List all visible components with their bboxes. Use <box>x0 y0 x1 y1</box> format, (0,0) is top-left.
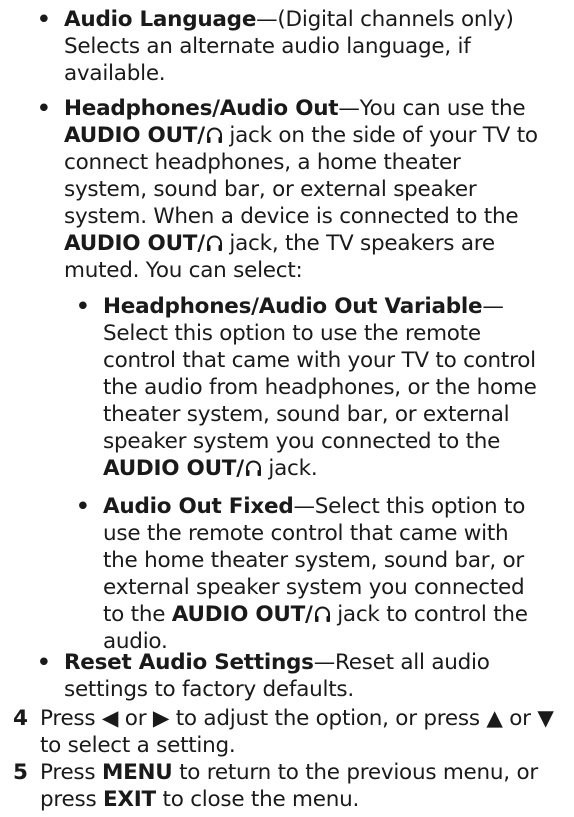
bullet-reset-audio: Reset Audio Settings—Reset all audio set… <box>64 649 524 703</box>
step-number: 4 <box>13 706 28 731</box>
step-text: Press <box>40 760 96 785</box>
headphones-icon <box>314 605 331 623</box>
bullet-headphones-audio-out: Headphones/Audio Out—You can use the AUD… <box>64 95 548 284</box>
step-4: Press ◀ or ▶ to adjust the option, or pr… <box>40 705 560 759</box>
exit-key: EXIT <box>103 787 156 812</box>
sub-bullet-marker: • <box>76 294 90 319</box>
jack-label: AUDIO OUT/ <box>103 456 244 481</box>
bullet-marker: • <box>37 650 51 675</box>
step-text: Press ◀ or ▶ to adjust the option, or pr… <box>40 706 554 758</box>
menu-key: MENU <box>101 760 173 785</box>
bullet-title: Audio Language <box>64 7 257 32</box>
sub-bullet-marker: • <box>76 494 90 519</box>
sub-bullet-title: Audio Out Fixed <box>103 494 294 519</box>
bullet-audio-language: Audio Language—(Digital channels only) S… <box>64 6 544 87</box>
step-text: to close the menu. <box>162 787 360 812</box>
bullet-title: Reset Audio Settings <box>64 650 314 675</box>
sub-bullet-variable: Headphones/Audio Out Variable—Select thi… <box>103 293 543 482</box>
sub-bullet-title: Headphones/Audio Out Variable <box>103 294 483 319</box>
bullet-title: Headphones/Audio Out <box>64 96 339 121</box>
headphones-icon <box>206 234 223 252</box>
step-number: 5 <box>13 760 28 785</box>
headphones-icon <box>245 459 262 477</box>
headphones-icon <box>206 126 223 144</box>
sub-bullet-body: jack. <box>268 456 318 481</box>
bullet-marker: • <box>37 96 51 121</box>
jack-label: AUDIO OUT/ <box>64 231 205 256</box>
bullet-body: —You can use the <box>338 96 526 121</box>
jack-label: AUDIO OUT/ <box>171 602 313 627</box>
manual-page: • Audio Language—(Digital channels only)… <box>0 0 574 817</box>
jack-label: AUDIO OUT/ <box>64 123 205 148</box>
sub-bullet-fixed: Audio Out Fixed—Select this option to us… <box>103 493 545 655</box>
step-5: Press MENU to return to the previous men… <box>40 759 560 813</box>
bullet-marker: • <box>37 7 51 32</box>
